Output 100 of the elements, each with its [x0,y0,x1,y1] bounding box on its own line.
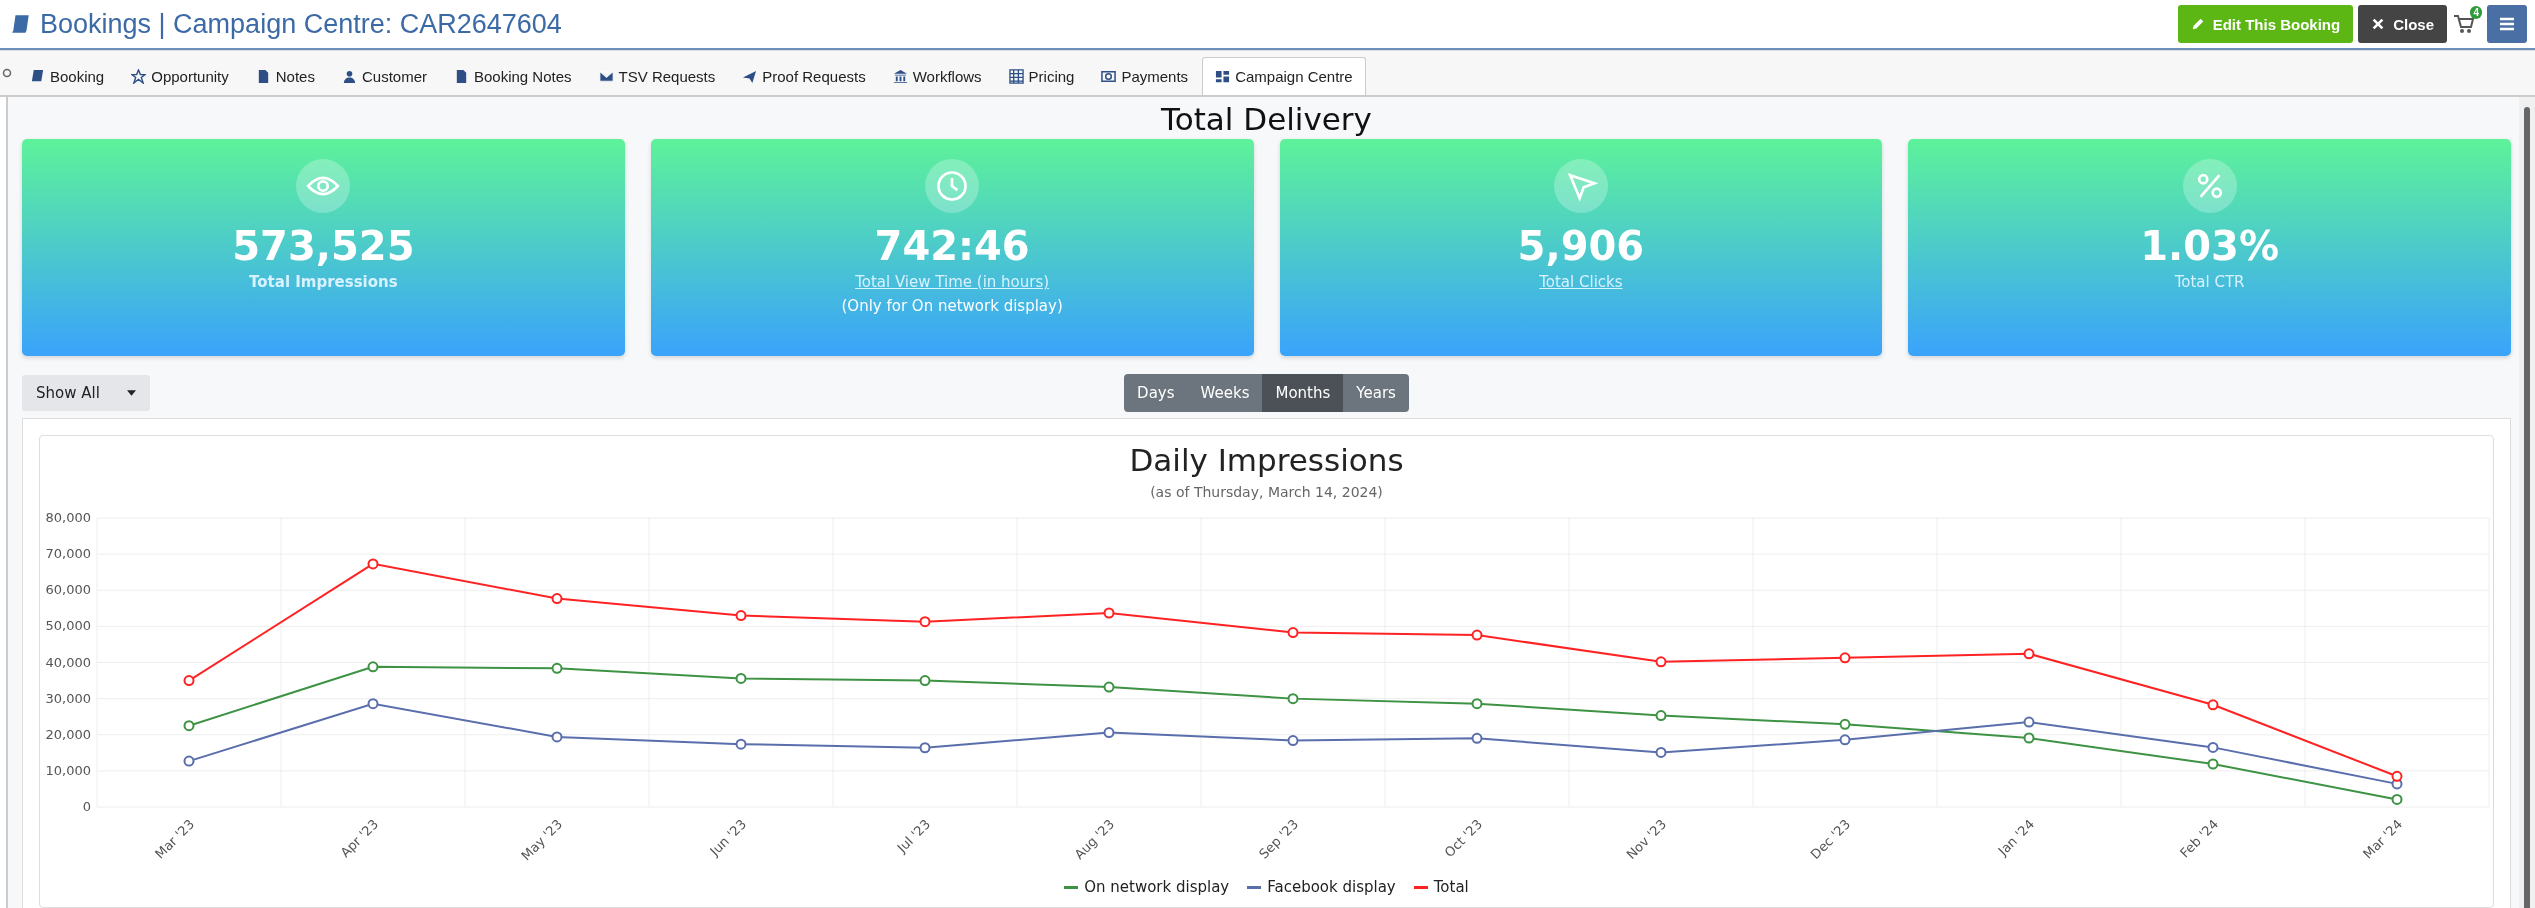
stat-value: 573,525 [232,223,415,269]
star-icon [131,69,147,84]
data-point [735,610,747,622]
data-point [2207,699,2219,711]
stat-label: Total Impressions [249,273,398,291]
x-tick-label: Aug '23 [1071,816,1118,863]
legend-label[interactable]: Facebook display [1267,878,1396,896]
percent-icon [2182,159,2237,213]
legend-label[interactable]: On network display [1084,878,1230,896]
pointer-icon [1553,159,1608,213]
x-tick-label: Sep '23 [1256,816,1302,862]
tab[interactable]: Pricing [995,57,1088,95]
data-point [2391,770,2403,782]
period-toggle[interactable]: Weeks [1187,374,1263,412]
stat-label: Total CTR [2174,273,2245,291]
data-point [1655,656,1667,668]
period-toggle[interactable]: Months [1262,374,1344,412]
data-point [2207,758,2219,770]
y-tick-label: 50,000 [45,618,91,634]
close-icon [2371,17,2386,31]
data-point [919,616,931,628]
tab[interactable]: TSV Requests [585,57,729,95]
data-point [1655,746,1667,758]
y-tick-label: 20,000 [45,726,91,742]
data-point [183,675,195,687]
chart-subtitle: (as of Thursday, March 14, 2024) [1149,484,1384,502]
tab[interactable]: Workflows [879,57,995,95]
section-heading: Total Delivery [1160,100,1373,139]
data-point [551,662,563,674]
stat-value: 5,906 [1517,223,1645,269]
close-button[interactable]: Close [2358,5,2447,43]
tab[interactable]: Customer [328,57,440,95]
x-tick-label: Dec '23 [1807,816,1854,863]
data-point [2023,648,2035,660]
y-tick-label: 30,000 [45,690,91,706]
data-point [367,698,379,710]
data-point [1839,718,1851,730]
period-toggle[interactable]: Days [1124,374,1188,412]
data-point [2023,732,2035,744]
tab[interactable]: Proof Requests [729,57,879,95]
data-point [1287,735,1299,747]
tab[interactable]: Payments [1088,57,1202,95]
y-tick-label: 70,000 [45,546,91,562]
menu-icon [2499,17,2515,31]
plane-icon [742,69,758,84]
tab[interactable]: Booking Notes [441,57,585,95]
eye-icon [296,159,351,213]
book-icon [30,69,45,84]
mail-icon [598,69,614,84]
data-point [551,593,563,605]
pencil-icon [2190,17,2205,31]
legend-label[interactable]: Total [1433,878,1469,896]
data-point [735,672,747,684]
sidebar-toggle-icon[interactable] [2,68,12,78]
x-tick-label: Mar '23 [152,816,198,862]
data-point [1471,629,1483,641]
data-point [183,720,195,732]
x-tick-label: Mar '24 [2360,816,2406,862]
filter-dropdown[interactable]: Show All [22,375,150,411]
tab[interactable]: Notes [242,57,328,95]
scrollbar[interactable] [2519,97,2535,908]
data-point [551,731,563,743]
y-tick-label: 60,000 [45,582,91,598]
x-tick-label: Feb '24 [2177,816,2222,861]
data-point [1655,710,1667,722]
x-tick-label: Oct '23 [1441,816,1486,861]
data-point [1287,627,1299,638]
data-point [919,675,931,687]
tab[interactable]: Booking [17,57,118,95]
data-point [1471,698,1483,710]
data-point [367,558,379,570]
user-icon [341,69,357,84]
grid-icon [1008,69,1024,84]
data-point [735,738,747,750]
data-point [1287,693,1299,705]
x-tick-label: Jul '23 [894,816,934,856]
data-point [1103,727,1115,739]
period-toggle[interactable]: Years [1343,374,1409,412]
data-point [1103,681,1115,693]
caret-icon [127,390,136,396]
data-point [1839,734,1851,746]
menu-button[interactable] [2487,5,2527,43]
x-tick-label: Jan '24 [1995,816,2038,859]
data-point [2023,716,2035,728]
y-tick-label: 40,000 [45,654,91,670]
book-icon [10,13,32,35]
money-icon [1101,69,1117,84]
doc-icon [454,69,469,84]
clock-icon [925,159,980,213]
tab[interactable]: Campaign Centre [1202,57,1366,95]
data-point [1471,732,1483,744]
tab[interactable]: Opportunity [118,57,242,95]
data-point [183,755,195,767]
stat-value: 742:46 [874,223,1030,269]
stat-note: (Only for On network display) [841,297,1063,315]
y-tick-label: 80,000 [45,510,91,525]
stat-value: 1.03% [2140,223,2279,269]
data-point [919,742,931,754]
cart-badge: 4 [2470,6,2482,19]
data-point [2391,793,2403,805]
